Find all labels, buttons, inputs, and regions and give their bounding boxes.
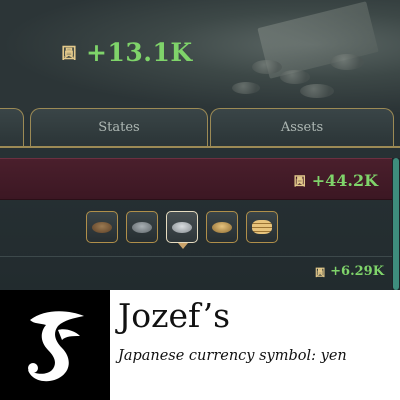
filter-gold-coins-button[interactable] <box>206 211 238 243</box>
filter-wood-button[interactable] <box>86 211 118 243</box>
game-ui-panel: 圓 +13.1K States Assets 圓 +44.2K 圓 +6.29K <box>0 0 400 290</box>
coin-art <box>252 60 282 74</box>
row-income-value: +6.29K <box>330 264 384 279</box>
tab-states-label: States <box>98 120 140 135</box>
total-income-value: +13.1K <box>86 38 193 67</box>
filter-silver-coins-button[interactable] <box>166 211 198 249</box>
silver-coins-icon <box>172 221 192 233</box>
coin-art <box>280 70 310 84</box>
gold-stack-icon <box>252 220 272 234</box>
wood-pile-icon <box>92 221 112 233</box>
filter-gold-stack-button[interactable] <box>246 211 278 243</box>
tab-divider <box>0 146 400 148</box>
treasury-header-art: 圓 +13.1K <box>0 0 400 112</box>
caption-banner: Jozef’s Japanese currency symbol: yen <box>0 290 400 400</box>
row-income: 圓 +6.29K <box>314 264 384 279</box>
grey-coins-icon <box>132 221 152 233</box>
tab-bar: States Assets <box>0 108 400 148</box>
section-income: 圓 +44.2K <box>293 171 378 190</box>
tab-states[interactable]: States <box>30 108 208 146</box>
tab-assets-label: Assets <box>280 120 324 135</box>
brand-name: Jozef’s <box>118 296 231 335</box>
filter-grey-coins-button[interactable] <box>126 211 158 243</box>
yen-icon: 圓 <box>293 174 306 188</box>
yen-icon: 圓 <box>61 44 77 62</box>
scrollbar-thumb[interactable] <box>393 158 399 290</box>
yen-icon: 圓 <box>315 268 326 279</box>
row-divider <box>0 256 392 257</box>
section-income-value: +44.2K <box>311 171 378 190</box>
tab-assets[interactable]: Assets <box>210 108 394 146</box>
coin-art <box>232 82 260 94</box>
tab-overview[interactable] <box>0 108 24 146</box>
asset-filter-buttons <box>86 211 278 249</box>
coin-art <box>330 54 364 70</box>
coin-art <box>300 84 334 98</box>
scrollbar[interactable] <box>392 158 400 290</box>
jozefs-logo-icon <box>0 290 110 400</box>
total-income: 圓 +13.1K <box>60 38 193 67</box>
section-income-bar[interactable]: 圓 +44.2K <box>0 158 392 200</box>
gold-coins-icon <box>212 221 232 233</box>
caption-text: Japanese currency symbol: yen <box>118 348 347 364</box>
